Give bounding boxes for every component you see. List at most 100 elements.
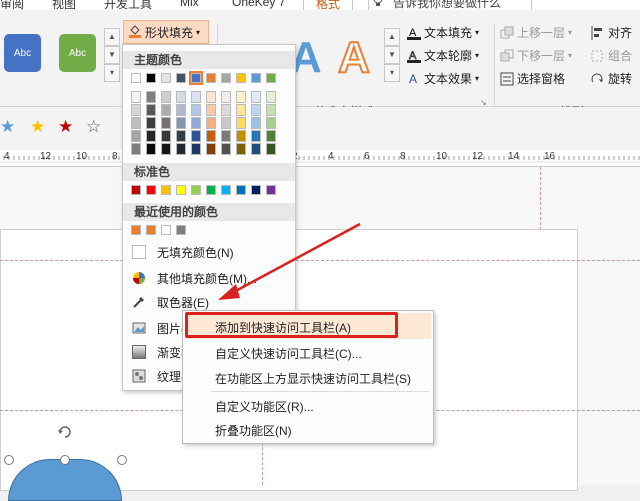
tab-format[interactable]: 格式 bbox=[303, 0, 354, 10]
tab-mix[interactable]: Mix bbox=[180, 0, 199, 9]
theme-shade-swatch[interactable] bbox=[146, 143, 156, 155]
text-fill-button[interactable]: A 文本填充 ▾ bbox=[407, 24, 479, 41]
theme-shade-swatch[interactable] bbox=[146, 130, 156, 142]
wordart-more-button[interactable]: ▾ bbox=[384, 64, 400, 82]
rotate-handle-icon[interactable] bbox=[56, 423, 74, 444]
text-outline-button[interactable]: A 文本轮廓 ▾ bbox=[407, 47, 479, 64]
collapse-ribbon-item[interactable]: 折叠功能区(N) bbox=[215, 422, 292, 439]
tab-view[interactable]: 视图 bbox=[52, 0, 76, 10]
theme-shade-swatch[interactable] bbox=[221, 130, 231, 142]
tab-developer[interactable]: 开发工具 bbox=[104, 0, 152, 10]
star-red-icon[interactable]: ★ bbox=[58, 117, 73, 137]
theme-color-swatch[interactable] bbox=[266, 73, 276, 83]
theme-shade-swatch[interactable] bbox=[161, 130, 171, 142]
theme-color-swatch[interactable] bbox=[146, 73, 156, 83]
standard-color-swatch[interactable] bbox=[236, 185, 246, 195]
shape-fill-button[interactable]: 形状填充 ▾ bbox=[123, 20, 209, 44]
star-blue-icon[interactable]: ★ bbox=[0, 117, 15, 137]
theme-shade-swatch[interactable] bbox=[191, 91, 201, 103]
theme-color-swatch[interactable] bbox=[176, 73, 186, 83]
shape-style-green[interactable]: Abc bbox=[59, 34, 96, 72]
standard-color-swatch[interactable] bbox=[131, 185, 141, 195]
theme-shade-swatch[interactable] bbox=[176, 130, 186, 142]
gallery-up-button[interactable]: ▲ bbox=[104, 28, 120, 46]
theme-shade-swatch[interactable] bbox=[266, 143, 276, 155]
theme-shade-swatch[interactable] bbox=[266, 91, 276, 103]
standard-color-swatch[interactable] bbox=[266, 185, 276, 195]
theme-color-swatch[interactable] bbox=[189, 71, 203, 85]
shape-style-blue[interactable]: Abc bbox=[4, 34, 41, 72]
theme-shade-swatch[interactable] bbox=[161, 117, 171, 129]
theme-shade-swatch[interactable] bbox=[206, 91, 216, 103]
star-gold-icon[interactable]: ★ bbox=[30, 117, 45, 137]
theme-shade-swatch[interactable] bbox=[161, 143, 171, 155]
theme-shade-swatch[interactable] bbox=[266, 130, 276, 142]
theme-color-swatch[interactable] bbox=[131, 73, 141, 83]
wordart-up-button[interactable]: ▲ bbox=[384, 28, 400, 46]
standard-color-swatch[interactable] bbox=[161, 185, 171, 195]
show-qat-above-item[interactable]: 在功能区上方显示快速访问工具栏(S) bbox=[215, 370, 411, 387]
theme-shade-swatch[interactable] bbox=[146, 104, 156, 116]
standard-color-swatch[interactable] bbox=[191, 185, 201, 195]
theme-color-swatch[interactable] bbox=[251, 73, 261, 83]
theme-shade-swatch[interactable] bbox=[206, 130, 216, 142]
theme-shade-swatch[interactable] bbox=[176, 104, 186, 116]
tell-me-box[interactable]: 告诉我你想要做什么 bbox=[368, 0, 532, 10]
group-button[interactable]: 组合 bbox=[591, 47, 632, 64]
align-button[interactable]: 对齐 bbox=[591, 24, 632, 41]
theme-shade-swatch[interactable] bbox=[131, 143, 141, 155]
theme-shade-swatch[interactable] bbox=[191, 104, 201, 116]
gallery-more-button[interactable]: ▾ bbox=[104, 64, 120, 82]
star-outline-icon[interactable]: ☆ bbox=[86, 117, 101, 137]
resize-handle[interactable] bbox=[60, 455, 70, 465]
theme-shade-swatch[interactable] bbox=[221, 143, 231, 155]
theme-shade-swatch[interactable] bbox=[176, 117, 186, 129]
bring-forward-button[interactable]: 上移一层 ▾ bbox=[500, 24, 572, 41]
selection-pane-button[interactable]: 选择窗格 bbox=[500, 70, 565, 87]
theme-shade-swatch[interactable] bbox=[236, 117, 246, 129]
theme-shade-swatch[interactable] bbox=[131, 130, 141, 142]
theme-shade-swatch[interactable] bbox=[161, 104, 171, 116]
send-backward-button[interactable]: 下移一层 ▾ bbox=[500, 47, 572, 64]
theme-shade-swatch[interactable] bbox=[131, 91, 141, 103]
theme-shade-swatch[interactable] bbox=[131, 104, 141, 116]
theme-color-swatch[interactable] bbox=[236, 73, 246, 83]
theme-shade-swatch[interactable] bbox=[176, 143, 186, 155]
rotate-button[interactable]: 旋转 bbox=[591, 70, 632, 87]
theme-shade-swatch[interactable] bbox=[236, 104, 246, 116]
theme-shade-swatch[interactable] bbox=[251, 104, 261, 116]
resize-handle[interactable] bbox=[4, 455, 14, 465]
theme-shade-swatch[interactable] bbox=[206, 104, 216, 116]
customize-quick-access-item[interactable]: 自定义快速访问工具栏(C)... bbox=[215, 345, 362, 362]
theme-shade-swatch[interactable] bbox=[206, 117, 216, 129]
theme-shade-swatch[interactable] bbox=[236, 130, 246, 142]
text-effects-button[interactable]: A 文本效果 ▾ bbox=[407, 70, 479, 87]
theme-shade-swatch[interactable] bbox=[206, 143, 216, 155]
theme-shade-swatch[interactable] bbox=[236, 91, 246, 103]
theme-shade-swatch[interactable] bbox=[251, 130, 261, 142]
theme-shade-swatch[interactable] bbox=[266, 117, 276, 129]
standard-color-swatch[interactable] bbox=[206, 185, 216, 195]
theme-color-swatch[interactable] bbox=[221, 73, 231, 83]
theme-shade-swatch[interactable] bbox=[221, 117, 231, 129]
theme-shade-swatch[interactable] bbox=[251, 91, 261, 103]
theme-shade-swatch[interactable] bbox=[191, 130, 201, 142]
standard-color-swatch[interactable] bbox=[251, 185, 261, 195]
theme-shade-swatch[interactable] bbox=[266, 104, 276, 116]
resize-handle[interactable] bbox=[117, 455, 127, 465]
recent-color-swatch[interactable] bbox=[131, 225, 141, 235]
gallery-down-button[interactable]: ▼ bbox=[104, 46, 120, 64]
theme-shade-swatch[interactable] bbox=[221, 104, 231, 116]
theme-shade-swatch[interactable] bbox=[176, 91, 186, 103]
theme-shade-swatch[interactable] bbox=[146, 117, 156, 129]
theme-color-swatch[interactable] bbox=[206, 73, 216, 83]
customize-ribbon-item[interactable]: 自定义功能区(R)... bbox=[215, 398, 314, 415]
dialog-launcher-icon[interactable]: ↘ bbox=[480, 98, 487, 107]
theme-shade-swatch[interactable] bbox=[251, 143, 261, 155]
theme-shade-swatch[interactable] bbox=[191, 143, 201, 155]
theme-color-swatch[interactable] bbox=[161, 73, 171, 83]
theme-shade-swatch[interactable] bbox=[131, 117, 141, 129]
standard-color-swatch[interactable] bbox=[221, 185, 231, 195]
standard-color-swatch[interactable] bbox=[146, 185, 156, 195]
wordart-down-button[interactable]: ▼ bbox=[384, 46, 400, 64]
